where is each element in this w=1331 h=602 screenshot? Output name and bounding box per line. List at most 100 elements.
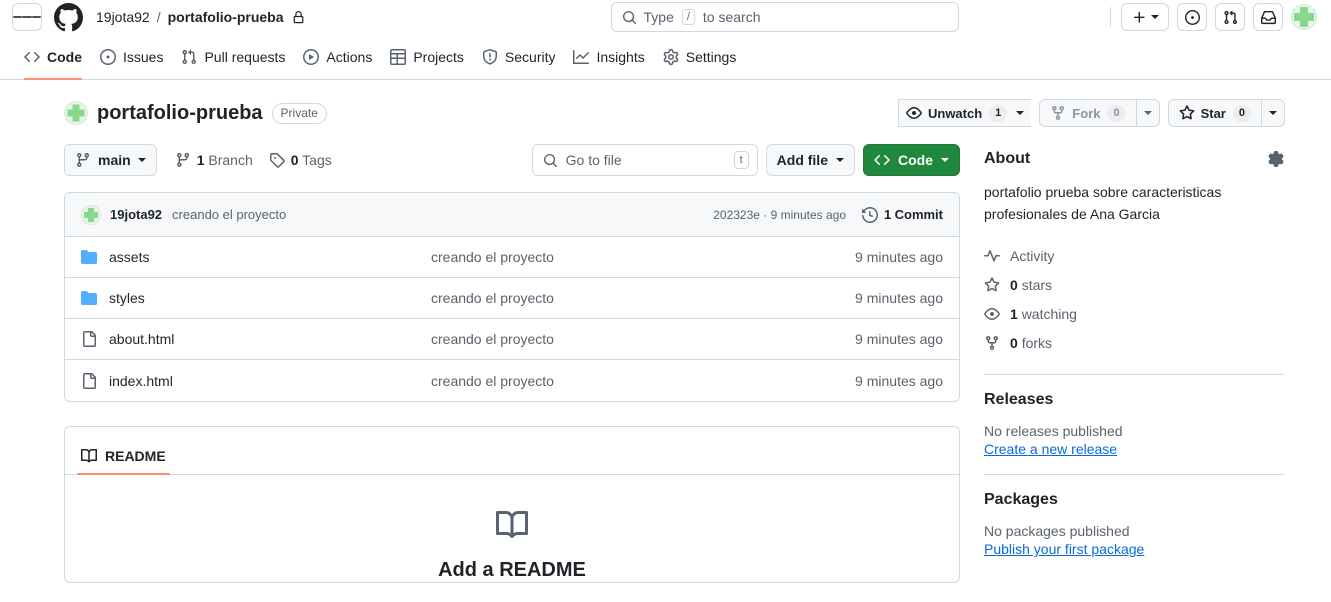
code-button[interactable]: Code: [863, 144, 960, 176]
tag-count: 0: [290, 152, 299, 168]
file-table: 19jota92 creando el proyecto 202323e · 9…: [64, 192, 960, 402]
watching-link[interactable]: 1 watching: [984, 299, 1284, 328]
branch-selector[interactable]: main: [64, 144, 157, 176]
tags-link[interactable]: 0 Tags: [269, 152, 332, 168]
forks-count: 0: [1010, 334, 1018, 351]
commit-author[interactable]: 19jota92: [110, 207, 162, 222]
toolbar-right: Go to file t Add file Code: [531, 144, 960, 176]
commit-message[interactable]: creando el proyecto: [172, 207, 286, 222]
github-logo-icon[interactable]: [52, 1, 84, 33]
repository-actions: Unwatch 1 Fork 0 Star 0: [897, 99, 1285, 127]
issues-button[interactable]: [1177, 3, 1207, 31]
tab-issues[interactable]: Issues: [92, 45, 171, 79]
go-to-file-placeholder: Go to file: [565, 152, 622, 168]
table-row[interactable]: about.html creando el proyecto 9 minutes…: [65, 319, 959, 360]
chevron-down-icon: [1269, 111, 1277, 115]
tab-issues-label: Issues: [123, 48, 164, 65]
create-release-link[interactable]: Create a new release: [984, 441, 1117, 457]
tab-actions-label: Actions: [326, 48, 373, 65]
play-icon: [303, 48, 320, 65]
breadcrumb-repo[interactable]: portafolio-prueba: [168, 9, 284, 25]
readme-tab-label: README: [105, 448, 166, 464]
graph-icon: [573, 49, 590, 64]
folder-icon: [81, 291, 97, 305]
sidebar-divider: [984, 474, 1284, 476]
tag-word: Tags: [302, 152, 332, 168]
table-row[interactable]: styles creando el proyecto 9 minutes ago: [65, 278, 959, 319]
file-link[interactable]: styles: [109, 290, 145, 306]
hamburger-menu-icon[interactable]: [12, 3, 42, 31]
page-title[interactable]: portafolio-prueba: [97, 102, 263, 125]
search-slash-key: /: [681, 9, 695, 25]
tab-settings[interactable]: Settings: [655, 45, 745, 79]
tab-projects[interactable]: Projects: [382, 45, 472, 79]
table-row[interactable]: assets creando el proyecto 9 minutes ago: [65, 237, 959, 278]
chevron-down-icon: [1150, 15, 1159, 19]
table-row[interactable]: index.html creando el proyecto 9 minutes…: [65, 360, 959, 401]
tab-security-label: Security: [504, 48, 556, 65]
file-link[interactable]: about.html: [109, 331, 174, 347]
git-branch-icon: [176, 153, 189, 168]
file-commit-message[interactable]: creando el proyecto: [431, 331, 855, 347]
tab-pull-requests[interactable]: Pull requests: [173, 45, 293, 79]
file-link[interactable]: index.html: [109, 373, 173, 389]
book-icon: [81, 448, 97, 463]
star-label: Star: [1200, 105, 1226, 121]
pull-requests-button[interactable]: [1215, 3, 1245, 31]
fork-dropdown-button[interactable]: [1135, 99, 1160, 127]
branches-link[interactable]: 1 Branch: [175, 152, 253, 168]
create-new-button[interactable]: [1121, 3, 1169, 31]
issue-opened-icon: [100, 48, 116, 65]
commit-count-word: Commit: [894, 207, 943, 222]
repo-meta-links: 1 Branch 0 Tags: [175, 152, 332, 168]
search-icon: [543, 153, 557, 167]
fork-count: 0: [1107, 104, 1126, 122]
tab-actions[interactable]: Actions: [295, 45, 380, 79]
pulse-icon: [984, 249, 1000, 262]
chevron-down-icon: [137, 158, 146, 162]
fork-button[interactable]: Fork 0: [1039, 99, 1136, 127]
file-link[interactable]: assets: [109, 249, 149, 265]
search-input[interactable]: Type / to search: [610, 2, 959, 32]
inbox-button[interactable]: [1253, 3, 1283, 31]
go-to-file-shortcut-key: t: [733, 151, 749, 169]
file-commit-message[interactable]: creando el proyecto: [431, 373, 855, 389]
code-icon: [24, 51, 40, 62]
file-commit-message[interactable]: creando el proyecto: [431, 290, 855, 306]
commit-hash-and-time[interactable]: 202323e · 9 minutes ago: [713, 208, 846, 222]
about-heading: About: [984, 150, 1284, 168]
eye-icon: [984, 307, 1000, 320]
tab-insights[interactable]: Insights: [565, 45, 652, 79]
publish-package-link[interactable]: Publish your first package: [984, 541, 1144, 557]
tab-readme[interactable]: README: [77, 448, 170, 475]
star-dropdown-button[interactable]: [1261, 99, 1285, 127]
code-icon: [874, 154, 890, 166]
file-commit-message[interactable]: creando el proyecto: [431, 249, 855, 265]
commit-count-link[interactable]: 1 Commit: [862, 206, 943, 223]
user-avatar[interactable]: [1291, 4, 1317, 30]
unwatch-button[interactable]: Unwatch 1: [897, 99, 1032, 127]
about-description: portafolio prueba sobre caracteristicas …: [984, 184, 1222, 222]
forks-link[interactable]: 0 forks: [984, 328, 1284, 357]
file-toolbar: main 1 Branch 0 Tags Go to file t Add fi…: [64, 144, 960, 176]
tab-code[interactable]: Code: [16, 45, 90, 80]
star-icon: [984, 277, 1000, 292]
add-file-button[interactable]: Add file: [765, 144, 855, 176]
readme-tabs: README: [65, 427, 959, 475]
stars-count: 0: [1010, 276, 1018, 293]
page-body: portafolio-prueba Private Unwatch 1 Fork…: [0, 80, 1331, 583]
breadcrumb-owner[interactable]: 19jota92: [96, 9, 150, 25]
activity-link[interactable]: Activity: [984, 241, 1284, 270]
file-icon: [83, 331, 96, 347]
go-to-file-input[interactable]: Go to file t: [531, 144, 758, 176]
tab-security[interactable]: Security: [474, 45, 564, 79]
about-settings-gear-icon[interactable]: [1268, 151, 1284, 167]
star-button[interactable]: Star 0: [1167, 99, 1261, 127]
stars-link[interactable]: 0 stars: [984, 270, 1284, 299]
file-name-cell: assets: [81, 249, 431, 265]
search-container: Type / to search: [610, 2, 959, 32]
commit-hash: 202323e: [713, 207, 760, 222]
branch-word: Branch: [208, 152, 253, 168]
content-columns: main 1 Branch 0 Tags Go to file t Add fi…: [64, 144, 1285, 583]
breadcrumb: 19jota92 / portafolio-prueba: [96, 9, 305, 25]
